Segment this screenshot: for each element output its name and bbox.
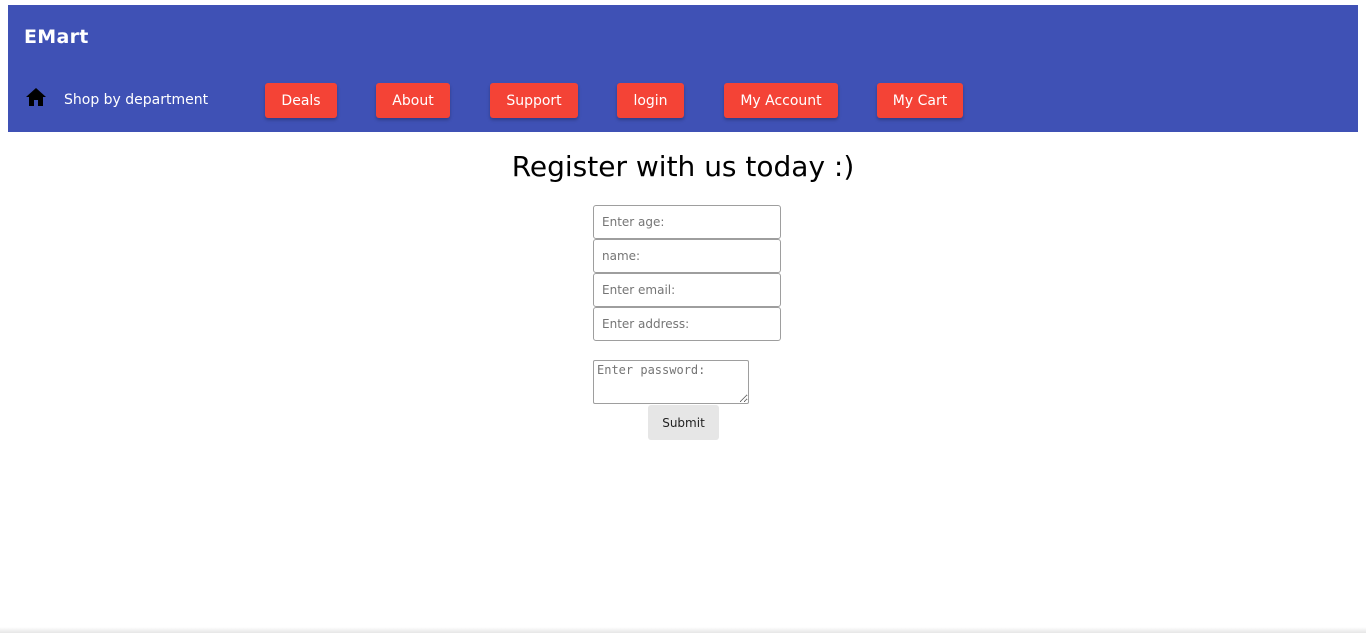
password-textarea[interactable] — [593, 360, 749, 404]
login-button[interactable]: login — [617, 83, 684, 118]
page-bottom-divider — [0, 627, 1366, 633]
age-input[interactable] — [593, 205, 781, 239]
support-button[interactable]: Support — [490, 83, 578, 118]
my-account-button[interactable]: My Account — [724, 83, 838, 118]
deals-button[interactable]: Deals — [265, 83, 337, 118]
email-input[interactable] — [593, 273, 781, 307]
name-input[interactable] — [593, 239, 781, 273]
home-icon[interactable] — [25, 87, 47, 107]
brand-title: EMart — [24, 26, 89, 48]
shop-by-department-link[interactable]: Shop by department — [64, 92, 208, 108]
submit-button[interactable]: Submit — [648, 405, 719, 440]
about-button[interactable]: About — [376, 83, 450, 118]
app-bar: EMart Shop by department Deals About Sup… — [8, 5, 1358, 132]
address-input[interactable] — [593, 307, 781, 341]
my-cart-button[interactable]: My Cart — [877, 83, 963, 118]
page-title: Register with us today :) — [511, 150, 855, 183]
